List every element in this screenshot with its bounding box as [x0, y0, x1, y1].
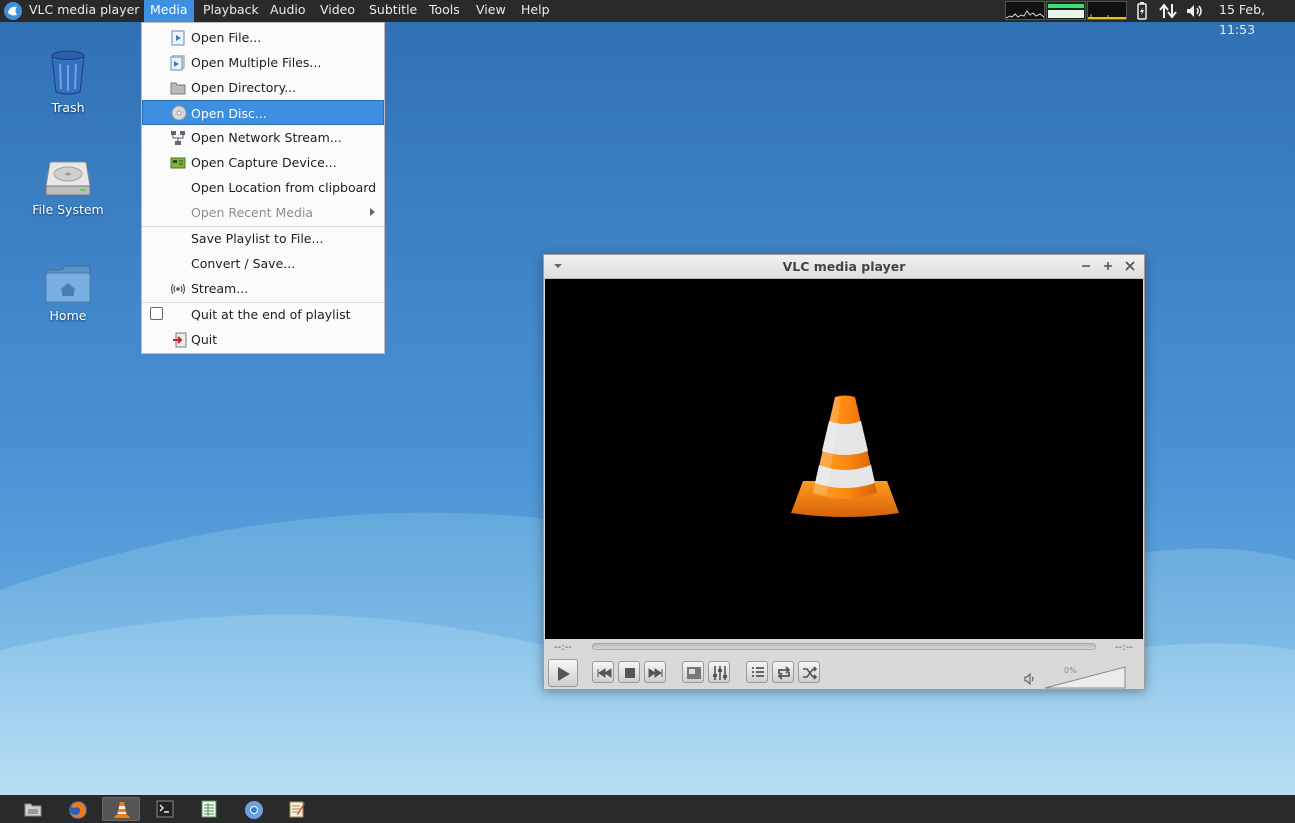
- vlc-window: VLC media player --:-- --:-- 0%: [543, 254, 1145, 690]
- seek-slider[interactable]: [592, 643, 1096, 650]
- maximize-icon[interactable]: [1100, 258, 1116, 274]
- clock[interactable]: 15 Feb, 11:53: [1219, 0, 1295, 37]
- firefox-icon: [69, 801, 87, 819]
- quit-icon: [173, 332, 187, 348]
- elapsed-time: --:--: [554, 642, 572, 653]
- shuffle-button[interactable]: [798, 661, 820, 683]
- menu-tools[interactable]: Tools: [423, 0, 466, 22]
- taskbar-vlc[interactable]: [102, 797, 140, 821]
- vlc-cone-icon: [791, 395, 899, 517]
- menu-item-open-recent-media[interactable]: Open Recent Media: [142, 200, 384, 225]
- volume-icon[interactable]: [1185, 1, 1205, 21]
- taskbar-file-manager[interactable]: [14, 797, 52, 821]
- stream-icon: [170, 283, 186, 295]
- network-transfer-icon[interactable]: [1159, 1, 1177, 21]
- extended-settings-button[interactable]: [708, 661, 730, 683]
- menu-item-open-location-clipboard[interactable]: Open Location from clipboard: [142, 175, 384, 200]
- taskbar-text-editor[interactable]: [278, 797, 316, 821]
- minimize-icon[interactable]: [1078, 258, 1094, 274]
- stop-button[interactable]: [618, 661, 640, 683]
- folder-icon: [170, 82, 186, 95]
- file-manager-icon: [24, 803, 42, 817]
- capture-card-icon: [170, 157, 186, 169]
- menu-item-open-multiple-files[interactable]: Open Multiple Files...: [142, 50, 384, 75]
- file-play-icon: [171, 30, 185, 46]
- play-icon: [558, 667, 570, 681]
- desktop-icon-home[interactable]: Home: [28, 264, 108, 323]
- volume-slider[interactable]: [1044, 664, 1128, 690]
- quit-end-checkbox[interactable]: [150, 307, 163, 320]
- disc-icon: [171, 105, 187, 121]
- play-button[interactable]: [548, 659, 578, 687]
- previous-icon: [597, 668, 612, 678]
- menu-item-open-capture-device[interactable]: Open Capture Device...: [142, 150, 384, 175]
- disk-graph-icon[interactable]: [1087, 1, 1127, 20]
- window-title: VLC media player: [782, 259, 906, 274]
- files-play-icon: [170, 55, 185, 71]
- loop-icon: [777, 666, 791, 680]
- fullscreen-button[interactable]: [682, 661, 704, 683]
- desktop-icon-label: File System: [32, 202, 104, 217]
- menu-item-quit-end-playlist[interactable]: Quit at the end of playlist: [142, 302, 384, 327]
- extended-settings-icon: [713, 666, 727, 680]
- top-panel: VLC media player Media Playback Audio Vi…: [0, 0, 1295, 37]
- menu-item-stream[interactable]: Stream...: [142, 276, 384, 301]
- video-area[interactable]: [545, 279, 1143, 639]
- home-folder-icon: [45, 265, 91, 303]
- desktop-icon-trash[interactable]: Trash: [28, 48, 108, 115]
- mute-speaker-icon[interactable]: [1024, 673, 1036, 685]
- chromium-icon: [245, 801, 263, 819]
- menu-help[interactable]: Help: [515, 0, 556, 22]
- remaining-time[interactable]: --:--: [1115, 642, 1133, 653]
- window-titlebar[interactable]: VLC media player: [544, 255, 1144, 279]
- menu-item-open-network-stream[interactable]: Open Network Stream...: [142, 125, 384, 150]
- spreadsheet-icon: [201, 800, 217, 818]
- next-icon: [648, 668, 663, 678]
- battery-icon[interactable]: [1136, 1, 1148, 21]
- active-app-name: VLC media player: [29, 2, 140, 17]
- loop-button[interactable]: [772, 661, 794, 683]
- desktop-icon-file-system[interactable]: File System: [28, 158, 108, 217]
- shuffle-icon: [803, 666, 818, 680]
- previous-button[interactable]: [592, 661, 614, 683]
- playlist-button[interactable]: [746, 661, 768, 683]
- menu-audio[interactable]: Audio: [264, 0, 312, 22]
- cpu-graph-icon[interactable]: [1005, 1, 1045, 20]
- menu-view[interactable]: View: [470, 0, 512, 22]
- menu-media[interactable]: Media: [144, 0, 194, 22]
- media-menu: Open File... Open Multiple Files... Open…: [141, 22, 385, 354]
- terminal-icon: [156, 800, 174, 818]
- menu-item-open-file[interactable]: Open File...: [142, 25, 384, 50]
- desktop-icon-label: Home: [49, 308, 87, 323]
- hard-drive-icon: [45, 161, 91, 196]
- vlc-icon: [114, 802, 130, 818]
- submenu-arrow-icon: [370, 208, 375, 216]
- network-graph-icon[interactable]: [1046, 1, 1086, 20]
- trash-icon: [51, 50, 85, 95]
- taskbar-terminal[interactable]: [146, 797, 184, 821]
- taskbar-chromium[interactable]: [234, 797, 272, 821]
- next-button[interactable]: [644, 661, 666, 683]
- taskbar: [0, 795, 1295, 823]
- menu-subtitle[interactable]: Subtitle: [363, 0, 423, 22]
- text-editor-icon: [289, 801, 305, 818]
- menu-item-quit[interactable]: Quit: [142, 327, 384, 352]
- taskbar-spreadsheet[interactable]: [190, 797, 228, 821]
- volume-percent: 0%: [1064, 666, 1077, 675]
- menu-item-open-disc[interactable]: Open Disc...: [142, 100, 384, 125]
- taskbar-firefox[interactable]: [58, 797, 96, 821]
- menu-item-save-playlist[interactable]: Save Playlist to File...: [142, 226, 384, 251]
- fullscreen-icon: [687, 667, 701, 679]
- network-icon: [171, 131, 185, 145]
- menu-playback[interactable]: Playback: [197, 0, 265, 22]
- close-icon[interactable]: [1122, 258, 1138, 274]
- whisker-menu-icon[interactable]: [3, 1, 23, 21]
- menu-video[interactable]: Video: [314, 0, 361, 22]
- menu-item-convert-save[interactable]: Convert / Save...: [142, 251, 384, 276]
- playlist-icon: [752, 667, 764, 677]
- menu-item-open-directory[interactable]: Open Directory...: [142, 75, 384, 100]
- desktop-icon-label: Trash: [51, 100, 85, 115]
- stop-icon: [625, 668, 635, 678]
